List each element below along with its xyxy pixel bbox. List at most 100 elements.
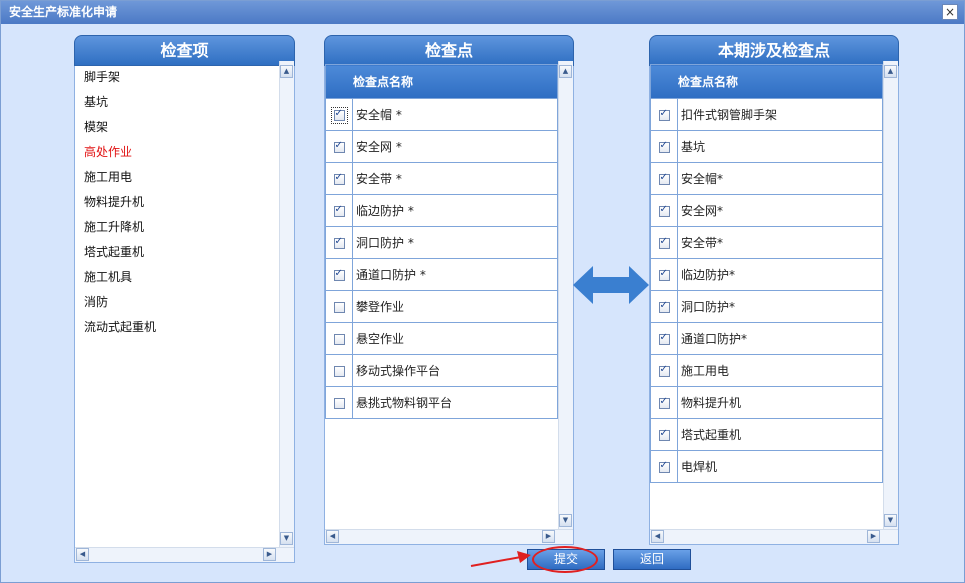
back-button[interactable]: 返回	[613, 549, 691, 570]
inspection-item[interactable]: 基坑	[84, 93, 108, 110]
scroll-right-icon[interactable]: ▶	[542, 530, 555, 543]
table-row[interactable]: 洞口防护*	[650, 290, 883, 323]
title-bar: 安全生产标准化申请	[1, 1, 964, 24]
scroll-up-icon[interactable]: ▲	[559, 65, 572, 78]
row-checkbox[interactable]	[658, 268, 670, 281]
table-row[interactable]: 临边防护 *	[325, 194, 558, 227]
row-checkbox[interactable]	[333, 397, 345, 409]
checkbox-cell	[650, 354, 678, 387]
submit-button[interactable]: 提交	[527, 549, 605, 570]
row-checkbox[interactable]	[333, 301, 345, 313]
inspection-item[interactable]: 塔式起重机	[84, 243, 144, 260]
row-checkbox[interactable]	[658, 396, 670, 409]
row-checkbox[interactable]	[333, 172, 345, 185]
inspection-item[interactable]: 物料提升机	[84, 193, 144, 210]
scroll-down-icon[interactable]: ▼	[559, 514, 572, 527]
inspection-item[interactable]: 施工升降机	[84, 218, 144, 235]
table-row[interactable]: 物料提升机	[650, 386, 883, 419]
row-checkbox[interactable]	[658, 108, 670, 121]
scroll-right-icon[interactable]: ▶	[867, 530, 880, 543]
double-arrow-icon[interactable]	[573, 266, 649, 304]
scroll-down-icon[interactable]: ▼	[280, 532, 293, 545]
table-row[interactable]: 安全网 *	[325, 130, 558, 163]
row-checkbox[interactable]	[658, 332, 670, 345]
middle-vertical-scrollbar[interactable]: ▲ ▼	[558, 61, 573, 529]
checkbox-cell	[650, 418, 678, 451]
table-row[interactable]: 安全网*	[650, 194, 883, 227]
scroll-up-icon[interactable]: ▲	[280, 65, 293, 78]
row-checkbox[interactable]	[658, 428, 670, 441]
left-vertical-scrollbar[interactable]: ▲ ▼	[279, 61, 294, 547]
inspection-item[interactable]: 流动式起重机	[84, 318, 156, 335]
row-checkbox[interactable]	[333, 204, 345, 217]
checkbox-cell	[650, 162, 678, 195]
scroll-up-icon[interactable]: ▲	[884, 65, 897, 78]
table-row[interactable]: 施工用电	[650, 354, 883, 387]
table-row[interactable]: 悬空作业	[325, 322, 558, 355]
row-checkbox[interactable]	[333, 333, 345, 345]
close-icon[interactable]: ×	[942, 4, 958, 20]
checkpoint-name: 安全网 *	[352, 130, 558, 163]
scroll-left-icon[interactable]: ◀	[326, 530, 339, 543]
row-checkbox[interactable]	[333, 236, 345, 249]
table-row[interactable]: 安全帽*	[650, 162, 883, 195]
row-checkbox[interactable]	[333, 365, 345, 377]
checkpoint-name: 临边防护*	[677, 258, 883, 291]
table-row[interactable]: 通道口防护*	[650, 322, 883, 355]
table-row[interactable]: 安全带 *	[325, 162, 558, 195]
table-row[interactable]: 临边防护*	[650, 258, 883, 291]
row-checkbox[interactable]	[658, 204, 670, 217]
checkbox-cell	[650, 98, 678, 131]
checkbox-cell	[325, 98, 353, 131]
left-horizontal-scrollbar[interactable]: ◀ ▶	[75, 547, 294, 562]
table-row[interactable]: 通道口防护 *	[325, 258, 558, 291]
inspection-items-panel: 检查项 脚手架基坑模架高处作业施工用电物料提升机施工升降机塔式起重机施工机具消防…	[74, 35, 295, 563]
table-row[interactable]: 安全带*	[650, 226, 883, 259]
inspection-item[interactable]: 模架	[84, 118, 108, 135]
checkpoint-name: 安全帽*	[677, 162, 883, 195]
table-row[interactable]: 电焊机	[650, 450, 883, 483]
table-row[interactable]: 悬挑式物料钢平台	[325, 386, 558, 419]
table-row[interactable]: 塔式起重机	[650, 418, 883, 451]
row-checkbox[interactable]	[658, 172, 670, 185]
row-checkbox[interactable]	[658, 460, 670, 473]
checkpoint-name: 安全带*	[677, 226, 883, 259]
checkpoint-name: 移动式操作平台	[352, 354, 558, 387]
row-checkbox[interactable]	[333, 140, 345, 153]
row-checkbox[interactable]	[333, 268, 345, 281]
table-row[interactable]: 移动式操作平台	[325, 354, 558, 387]
scroll-right-icon[interactable]: ▶	[263, 548, 276, 561]
row-checkbox[interactable]	[658, 300, 670, 313]
scroll-down-icon[interactable]: ▼	[884, 514, 897, 527]
row-checkbox[interactable]	[658, 364, 670, 377]
checkbox-cell	[325, 386, 353, 419]
checkbox-cell	[650, 194, 678, 227]
checkbox-cell	[325, 226, 353, 259]
table-row[interactable]: 洞口防护 *	[325, 226, 558, 259]
checkpoint-name: 基坑	[677, 130, 883, 163]
row-checkbox[interactable]	[330, 106, 348, 124]
scroll-left-icon[interactable]: ◀	[76, 548, 89, 561]
middle-horizontal-scrollbar[interactable]: ◀ ▶	[325, 529, 573, 544]
checkbox-cell	[325, 258, 353, 291]
table-row[interactable]: 安全帽 *	[325, 98, 558, 131]
row-checkbox[interactable]	[658, 140, 670, 153]
scroll-left-icon[interactable]: ◀	[651, 530, 664, 543]
checkbox-cell	[325, 162, 353, 195]
table-row[interactable]: 基坑	[650, 130, 883, 163]
right-vertical-scrollbar[interactable]: ▲ ▼	[883, 61, 898, 529]
inspection-item[interactable]: 高处作业	[84, 143, 132, 160]
inspection-item[interactable]: 消防	[84, 293, 108, 310]
right-horizontal-scrollbar[interactable]: ◀ ▶	[650, 529, 898, 544]
table-row[interactable]: 攀登作业	[325, 290, 558, 323]
checkpoint-name: 悬挑式物料钢平台	[352, 386, 558, 419]
row-checkbox[interactable]	[658, 236, 670, 249]
inspection-items-header: 检查项	[74, 35, 295, 66]
selected-checkpoints-table: 检查点名称 扣件式钢管脚手架基坑安全帽*安全网*安全带*临边防护*洞口防护*通道…	[650, 64, 883, 483]
inspection-item[interactable]: 施工用电	[84, 168, 132, 185]
checkpoint-name-column-header: 检查点名称	[325, 64, 558, 99]
inspection-item[interactable]: 施工机具	[84, 268, 132, 285]
checkbox-cell	[325, 130, 353, 163]
table-row[interactable]: 扣件式钢管脚手架	[650, 98, 883, 131]
inspection-item[interactable]: 脚手架	[84, 68, 120, 85]
